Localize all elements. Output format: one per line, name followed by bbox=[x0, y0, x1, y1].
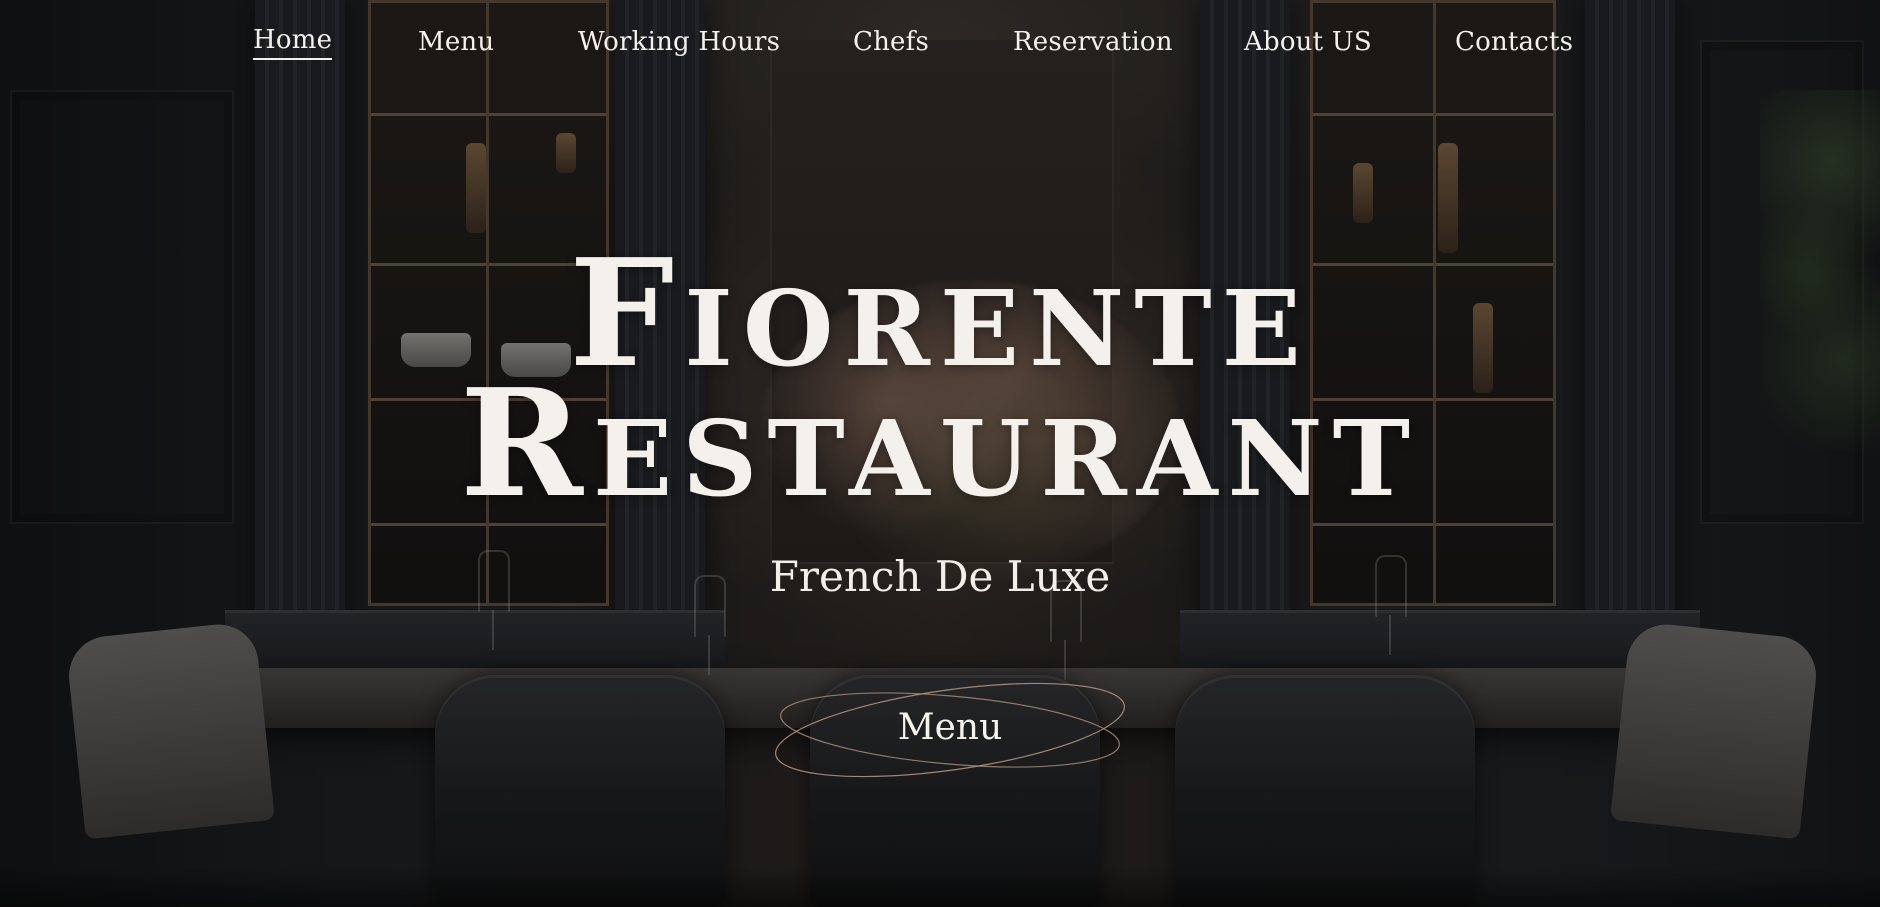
nav-about-us-link[interactable]: About US bbox=[1244, 22, 1372, 62]
nav-contacts-link[interactable]: Contacts bbox=[1455, 22, 1573, 62]
nav-working-hours-link[interactable]: Working Hours bbox=[578, 22, 780, 62]
hero-title-line-2: Restaurant bbox=[459, 356, 1421, 530]
nav-reservation-link[interactable]: Reservation bbox=[1013, 22, 1173, 62]
nav-menu-link[interactable]: Menu bbox=[418, 22, 494, 62]
nav-chefs-link[interactable]: Chefs bbox=[853, 22, 929, 62]
hero-subtitle: French De Luxe bbox=[769, 552, 1111, 601]
menu-cta-button[interactable]: Menu bbox=[770, 670, 1130, 790]
nav-home-link[interactable]: Home bbox=[253, 22, 333, 60]
menu-cta-label: Menu bbox=[897, 707, 1003, 748]
main-navigation: Home Menu Working Hours Chefs Reservatio… bbox=[0, 22, 1880, 62]
